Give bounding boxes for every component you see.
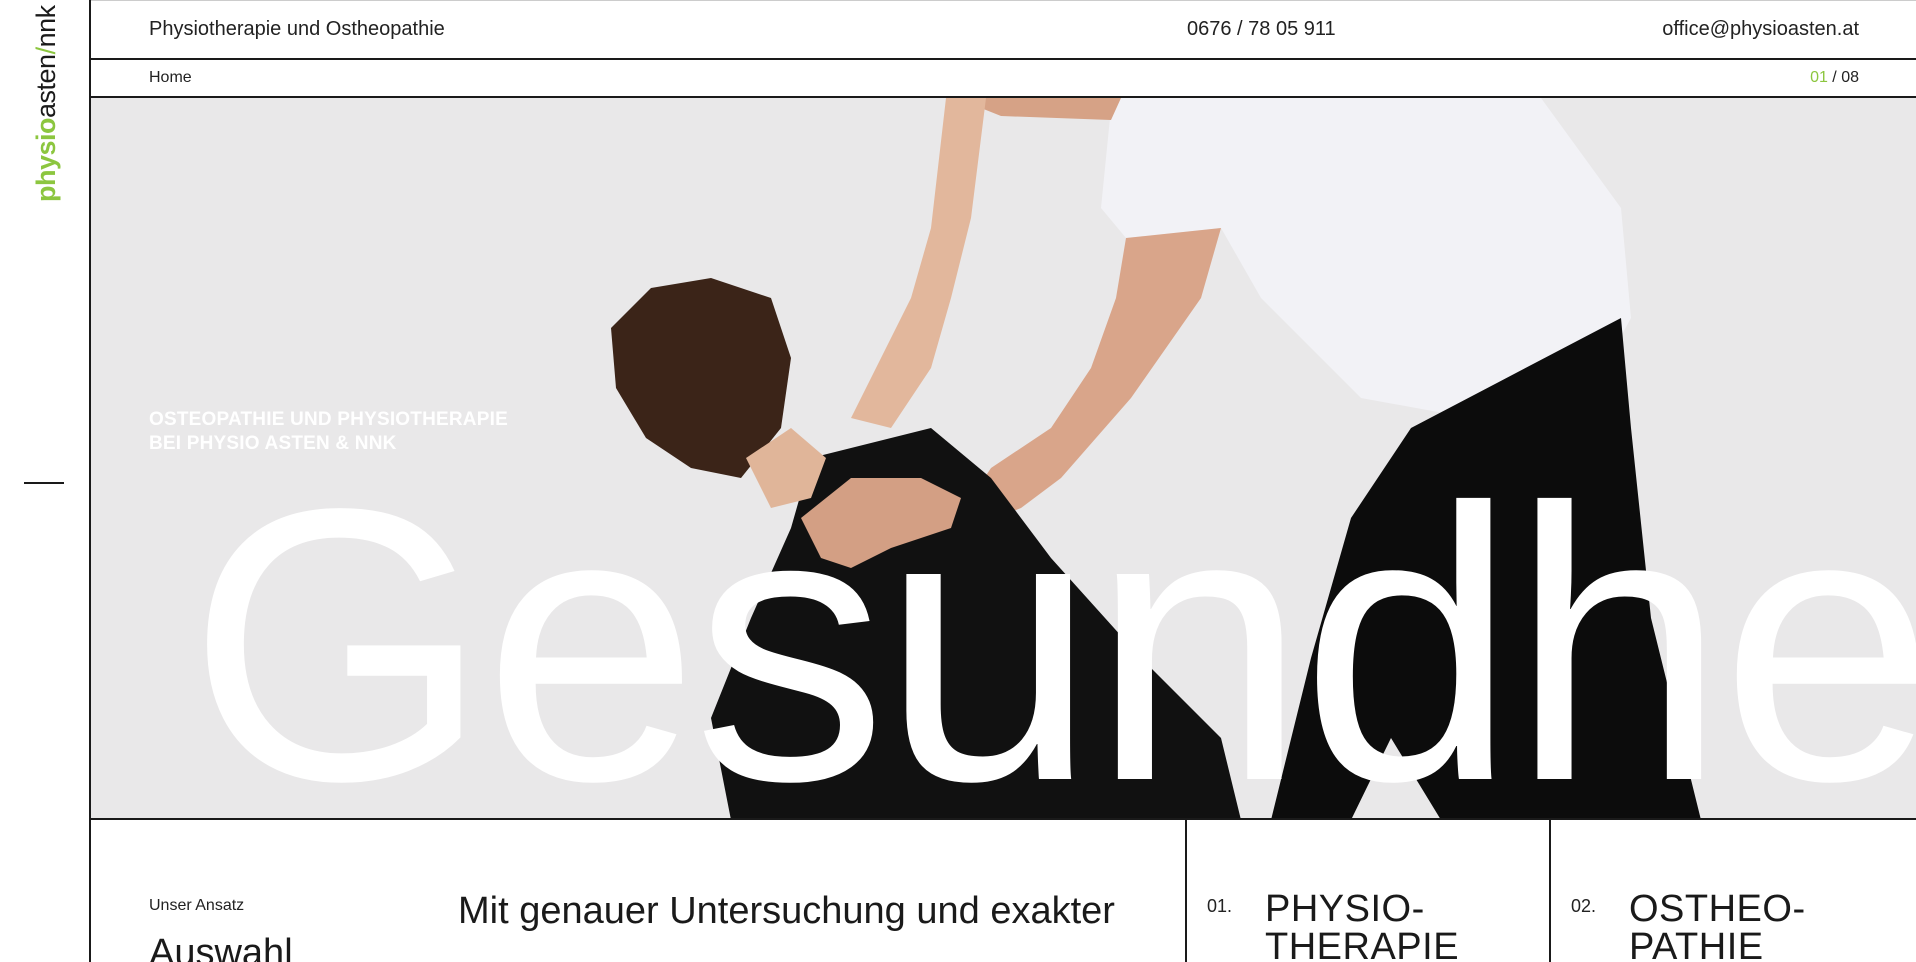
breadcrumb-home[interactable]: Home [149,69,192,87]
hero-scrolling-word: e Gesundhe [91,429,1916,820]
slide-separator: / [1827,69,1842,86]
sidebar: physioasten/nnk [0,0,91,962]
service-number: 01. [1207,896,1233,916]
logo-part-asten: asten [31,54,61,118]
service-title-line1: PHYSIO- [1265,888,1425,930]
service-physiotherapie[interactable]: 01. PHYSIO- THERAPIE [1187,820,1551,962]
hero-slider: OSTEOPATHIE UND PHYSIOTHERAPIE BEI PHYSI… [91,98,1916,820]
service-title: PHYSIO- THERAPIE [1265,890,1459,962]
logo-wordmark: physioasten/nnk [28,5,64,202]
menu-toggle-icon[interactable] [24,482,64,484]
logo-slash: / [31,47,61,55]
intro-section: Unser Ansatz Mit genauer Untersuchung un… [91,820,1916,962]
logo-part-physio: physio [31,117,61,202]
logo-part-nnk: nnk [31,5,61,48]
service-osteopathie[interactable]: 02. OSTHEO- PATHIE [1551,820,1916,962]
slide-current: 01 [1810,69,1828,86]
service-title-line2: THERAPIE [1265,926,1460,962]
site-tagline: Physiotherapie und Ostheopathie [149,18,445,40]
approach-heading: Mit genauer Untersuchung und exakter Aus… [149,890,1115,962]
service-title: OSTHEO- PATHIE [1629,890,1806,962]
slide-counter: 01 / 08 [1810,69,1859,87]
breadcrumb-bar: Home 01 / 08 [91,60,1916,98]
phone-link[interactable]: 0676 / 78 05 911 [1187,18,1336,41]
page: physioasten/nnk Physiotherapie und Osthe… [0,0,1916,962]
email-link[interactable]: office@physioasten.at [1662,18,1859,41]
approach-block: Unser Ansatz Mit genauer Untersuchung un… [91,820,1187,962]
top-contact-bar: Physiotherapie und Ostheopathie 0676 / 7… [91,0,1916,60]
logo[interactable]: physioasten/nnk [28,5,64,202]
service-number: 02. [1571,896,1597,916]
service-title-line1: OSTHEO- [1629,888,1806,930]
service-title-line2: PATHIE [1629,926,1764,962]
slide-total: 08 [1841,69,1859,86]
